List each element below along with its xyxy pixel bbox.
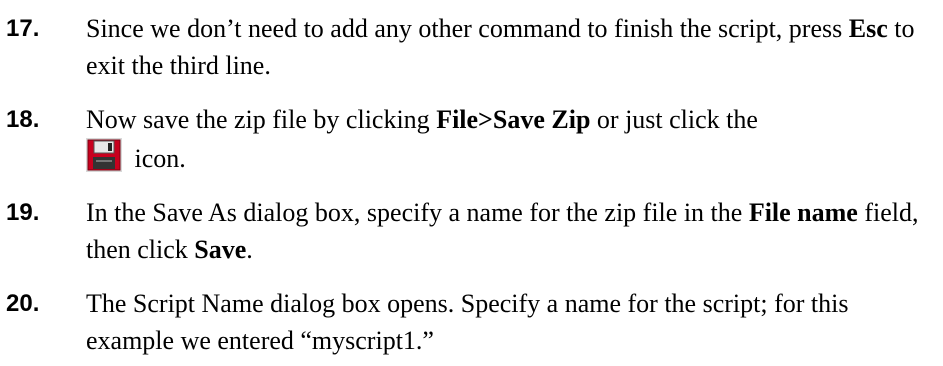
document-page: 17. Since we don’t need to add any other… [6,0,936,366]
step-18: 18. Now save the zip file by clicking Fi… [6,101,936,177]
step-19: 19. In the Save As dialog box, specify a… [6,194,936,268]
step-text: . [246,235,253,264]
floppy-disk-save-icon [86,138,122,172]
step-text: Since we don’t need to add any other com… [86,14,849,43]
step-text: icon. [128,144,186,173]
step-field-name: File name [748,198,858,227]
step-number: 18. [6,106,40,133]
step-17: 17. Since we don’t need to add any other… [6,10,936,84]
step-number: 20. [6,290,40,317]
step-number: 17. [6,15,40,42]
step-key-esc: Esc [848,14,888,43]
step-text: Now save the zip file by clicking [86,105,437,134]
step-20: 20. The Script Name dialog box opens. Sp… [6,285,936,359]
step-text: The Script Name dialog box opens. Specif… [86,289,849,355]
step-button-name: Save [194,235,247,264]
step-text: In the Save As dialog box, specify a nam… [86,198,749,227]
step-number: 19. [6,199,40,226]
step-text: or just click the [590,105,758,134]
step-menu-path: File>Save Zip [436,105,591,134]
